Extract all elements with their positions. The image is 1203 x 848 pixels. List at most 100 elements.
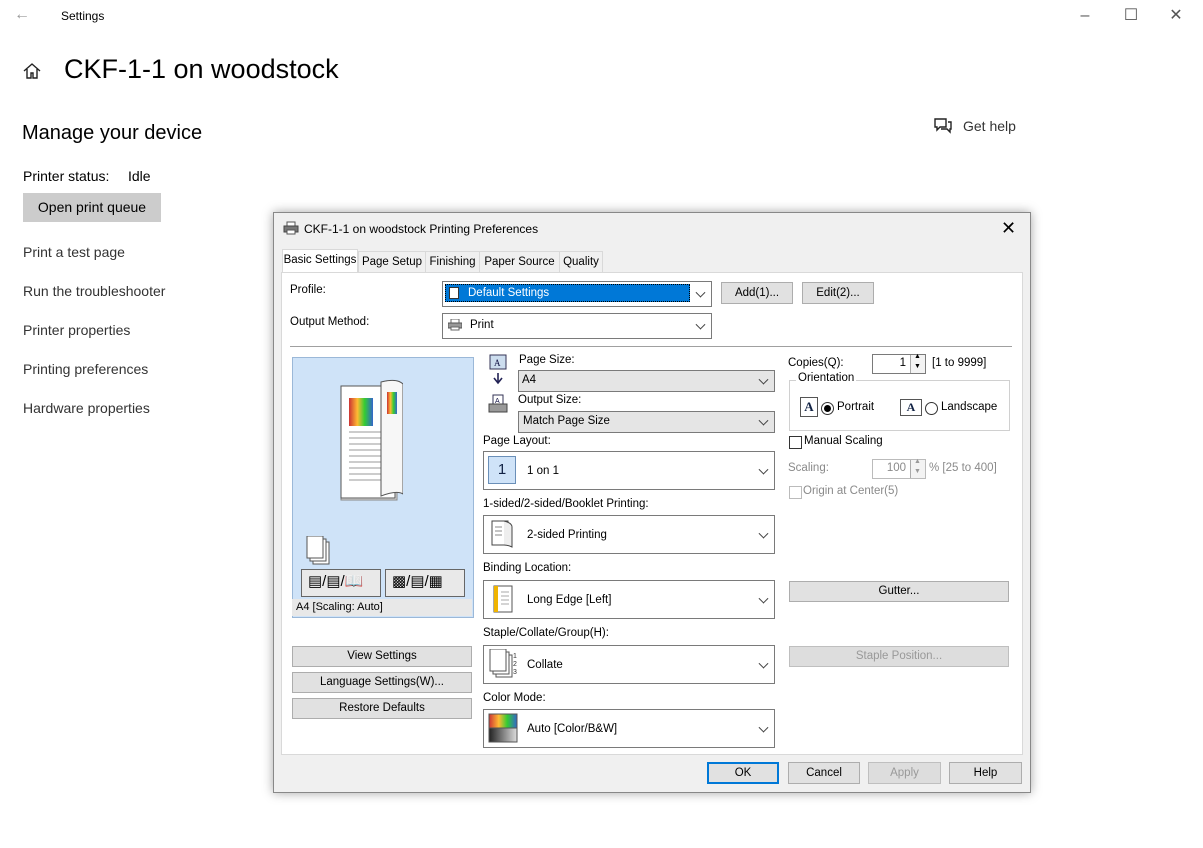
chevron-down-icon (758, 528, 769, 539)
landscape-label: Landscape (941, 401, 998, 413)
chevron-down-icon (758, 722, 769, 733)
profile-doc-icon (449, 287, 459, 299)
scaling-spinner[interactable]: 100 ▲ ▼ (872, 458, 926, 479)
gutter-button[interactable]: Gutter... (789, 581, 1009, 602)
finishing-mode-icons-right[interactable]: ▩/▤/▦ (385, 569, 465, 597)
printing-preferences-link[interactable]: Printing preferences (23, 361, 148, 377)
page-layout-icon: 1 (488, 456, 516, 484)
language-settings-button[interactable]: Language Settings(W)... (292, 672, 472, 693)
color-mode-select[interactable]: Auto [Color/B&W] (483, 709, 775, 748)
minimize-button[interactable]: – (1062, 4, 1108, 28)
orientation-label: Orientation (796, 372, 857, 384)
collate-icon: 123 (489, 649, 517, 678)
scaling-label: Scaling: (788, 462, 829, 474)
tab-quality[interactable]: Quality (559, 251, 603, 272)
copies-label: Copies(Q): (788, 357, 844, 369)
dialog-close-icon[interactable]: ✕ (1001, 218, 1016, 239)
two-sided-page-icon (491, 520, 513, 548)
landscape-icon: A (900, 399, 922, 416)
svg-text:A: A (494, 358, 501, 368)
profile-select[interactable]: Default Settings (442, 281, 712, 307)
copies-value: 1 (899, 357, 906, 369)
staple-position-button[interactable]: Staple Position... (789, 646, 1009, 667)
chevron-down-icon (758, 374, 769, 385)
copies-stack-icon (306, 536, 330, 565)
copies-spin-buttons[interactable]: ▲ ▼ (910, 353, 925, 373)
manual-scaling-label: Manual Scaling (804, 435, 883, 447)
app-title: Settings (61, 9, 105, 23)
copies-spinner[interactable]: 1 ▲ ▼ (872, 353, 926, 374)
cancel-button[interactable]: Cancel (788, 762, 860, 784)
binding-location-select[interactable]: Long Edge [Left] (483, 580, 775, 619)
sided-printing-label: 1-sided/2-sided/Booklet Printing: (483, 498, 649, 510)
origin-center-checkbox[interactable] (789, 486, 802, 499)
duplex-book-icon: ▤/▤/📖 (308, 573, 364, 590)
svg-text:1: 1 (513, 653, 517, 660)
scaling-value: 100 (886, 462, 906, 474)
help-chat-icon (933, 117, 953, 138)
portrait-icon: A (800, 397, 818, 417)
copies-range: [1 to 9999] (932, 357, 987, 369)
portrait-label: Portrait (837, 401, 875, 413)
open-print-queue-button[interactable]: Open print queue (23, 193, 161, 222)
maximize-button[interactable]: ☐ (1108, 4, 1154, 28)
edit-profile-button[interactable]: Edit(2)... (802, 282, 874, 304)
staple-label: Staple/Collate/Group(H): (483, 627, 609, 639)
hardware-properties-link[interactable]: Hardware properties (23, 400, 150, 416)
tab-page-setup[interactable]: Page Setup (358, 251, 426, 272)
two-sided-document-illustration (340, 379, 403, 501)
output-size-value: Match Page Size (523, 415, 610, 427)
home-icon[interactable] (22, 61, 42, 86)
profile-value: Default Settings (468, 287, 550, 299)
print-test-page-link[interactable]: Print a test page (23, 244, 125, 260)
close-window-button[interactable]: ✕ (1153, 4, 1199, 28)
manual-scaling-checkbox[interactable] (789, 436, 802, 449)
output-method-value: Print (470, 319, 494, 331)
page-layout-label: Page Layout: (483, 435, 551, 447)
view-settings-button[interactable]: View Settings (292, 646, 472, 667)
back-arrow-icon[interactable]: ← (14, 6, 30, 24)
chevron-down-icon (695, 287, 706, 298)
page-size-select[interactable]: A4 (518, 370, 775, 392)
help-button[interactable]: Help (949, 762, 1022, 784)
add-profile-button[interactable]: Add(1)... (721, 282, 793, 304)
finishing-mode-icons-left[interactable]: ▤/▤/📖 (301, 569, 381, 597)
staple-select[interactable]: 123 Collate (483, 645, 775, 684)
binding-location-label: Binding Location: (483, 562, 572, 574)
page-size-icon: A (488, 354, 508, 389)
get-help-link[interactable]: Get help (933, 117, 1016, 138)
staple-value: Collate (527, 658, 563, 671)
run-troubleshooter-link[interactable]: Run the troubleshooter (23, 283, 165, 299)
portrait-radio[interactable] (821, 402, 834, 415)
tab-paper-source[interactable]: Paper Source (479, 251, 560, 272)
restore-defaults-button[interactable]: Restore Defaults (292, 698, 472, 719)
binding-location-value: Long Edge [Left] (527, 593, 612, 606)
dialog-title: CKF-1-1 on woodstock Printing Preference… (304, 222, 539, 236)
printer-icon (283, 221, 299, 238)
divider (290, 346, 1012, 347)
tab-basic-settings[interactable]: Basic Settings (282, 249, 358, 273)
color-bw-icon (488, 713, 518, 743)
tab-finishing[interactable]: Finishing (425, 251, 480, 272)
svg-text:3: 3 (513, 669, 517, 676)
chevron-down-icon (695, 319, 706, 330)
scaling-spin-buttons[interactable]: ▲ ▼ (910, 458, 925, 478)
origin-center-label: Origin at Center(5) (803, 485, 899, 497)
sided-printing-select[interactable]: 2-sided Printing (483, 515, 775, 554)
chevron-down-icon (758, 415, 769, 426)
profile-label: Profile: (290, 284, 326, 296)
page-layout-select[interactable]: 1 1 on 1 (483, 451, 775, 490)
sided-printing-value: 2-sided Printing (527, 528, 607, 541)
output-method-select[interactable]: Print (442, 313, 712, 339)
preview-caption: A4 [Scaling: Auto] (292, 599, 472, 616)
svg-text:2: 2 (513, 661, 517, 668)
landscape-radio[interactable] (925, 402, 938, 415)
output-size-label: Output Size: (518, 394, 582, 406)
printer-properties-link[interactable]: Printer properties (23, 322, 130, 338)
output-size-select[interactable]: Match Page Size (518, 411, 775, 433)
apply-button[interactable]: Apply (868, 762, 941, 784)
chevron-down-icon (758, 658, 769, 669)
ok-button[interactable]: OK (707, 762, 779, 784)
page-size-label: Page Size: (519, 354, 575, 366)
profile-selected-highlight: Default Settings (445, 284, 690, 302)
